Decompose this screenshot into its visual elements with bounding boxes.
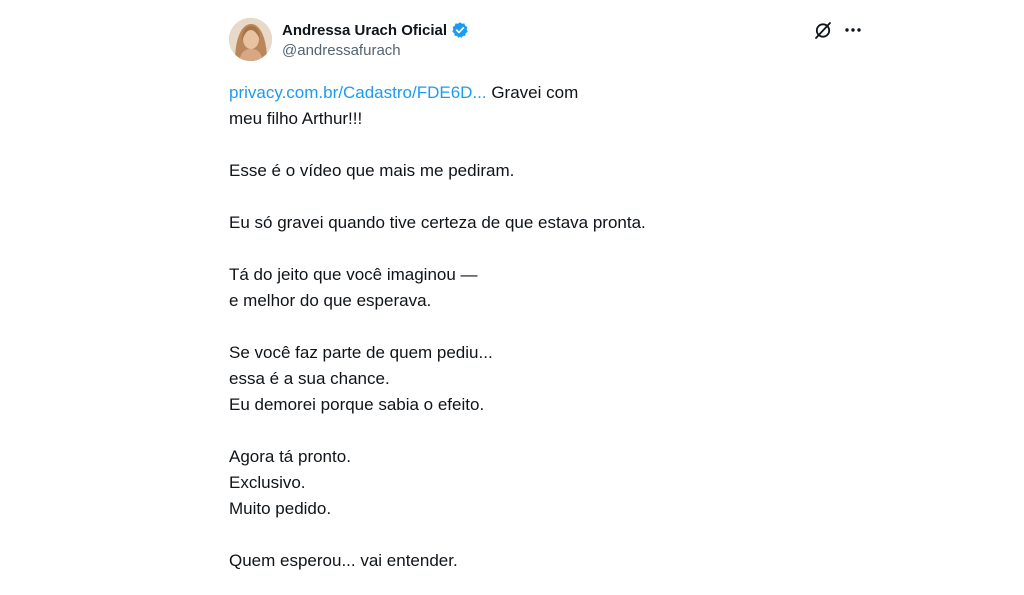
tweet-line: Se você faz parte de quem pediu...: [229, 343, 493, 362]
tweet-line: Tá do jeito que você imaginou —: [229, 265, 478, 284]
avatar[interactable]: [229, 18, 272, 61]
tweet-actions: [813, 20, 863, 40]
tweet: Andressa Urach Oficial @andressafurach p…: [0, 0, 1024, 595]
display-name[interactable]: Andressa Urach Oficial: [282, 22, 447, 39]
tweet-line: Esse é o vídeo que mais me pediram.: [229, 161, 515, 180]
tweet-link[interactable]: privacy.com.br/Cadastro/FDE6D...: [229, 83, 487, 102]
verified-badge-icon[interactable]: [451, 21, 469, 39]
author-block: Andressa Urach Oficial @andressafurach: [282, 19, 469, 59]
grok-icon[interactable]: [813, 20, 833, 40]
tweet-line: e melhor do que esperava.: [229, 291, 432, 310]
tweet-line: Quem esperou... vai entender.: [229, 551, 458, 570]
tweet-line: essa é a sua chance.: [229, 369, 390, 388]
more-options-icon[interactable]: [843, 20, 863, 40]
tweet-line: privacy.com.br/Cadastro/FDE6D... Gravei …: [229, 80, 829, 106]
tweet-line: Muito pedido.: [229, 499, 332, 518]
tweet-line-text: Gravei com: [486, 83, 579, 102]
tweet-line: meu filho Arthur!!!: [229, 109, 363, 128]
handle[interactable]: @andressafurach: [282, 42, 469, 59]
tweet-line: Exclusivo.: [229, 473, 306, 492]
tweet-line: Eu demorei porque sabia o efeito.: [229, 395, 485, 414]
tweet-text: privacy.com.br/Cadastro/FDE6D... Gravei …: [229, 80, 829, 574]
tweet-line: Agora tá pronto.: [229, 447, 351, 466]
tweet-line: Eu só gravei quando tive certeza de que …: [229, 213, 646, 232]
name-row: Andressa Urach Oficial: [282, 19, 469, 41]
